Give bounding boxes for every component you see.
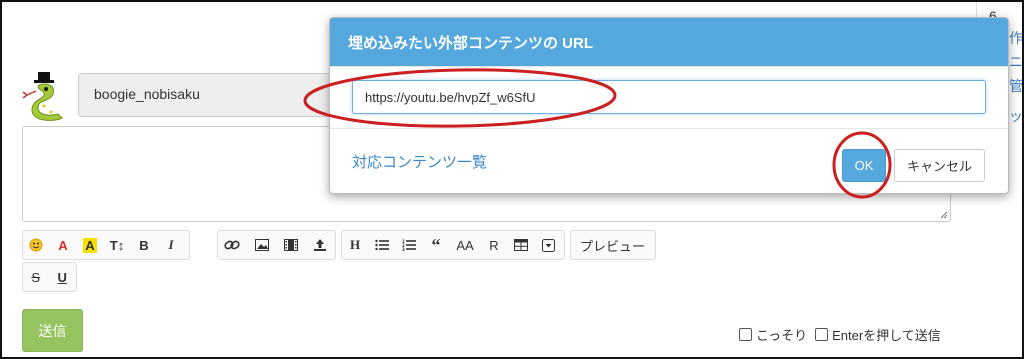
supported-content-link[interactable]: 対応コンテンツ一覧 xyxy=(352,151,487,172)
quote-icon: “ xyxy=(431,234,441,255)
italic-icon: I xyxy=(168,237,174,252)
sidebar-line[interactable]: ッ xyxy=(1009,106,1023,126)
url-input[interactable] xyxy=(352,80,986,114)
toolbar-format-group: A A T↕ B I xyxy=(22,230,190,260)
quote-button[interactable]: “ xyxy=(423,231,450,259)
bold-icon: B xyxy=(139,237,149,253)
table-button[interactable] xyxy=(508,231,535,259)
smiley-icon xyxy=(29,238,43,252)
aa-icon: AA xyxy=(456,237,474,253)
ruby-button[interactable]: R xyxy=(481,231,508,259)
italic-button[interactable]: I xyxy=(158,231,185,259)
strikethrough-button[interactable]: S xyxy=(23,263,50,291)
secret-checkbox[interactable] xyxy=(739,328,752,341)
bullet-list-button[interactable] xyxy=(369,231,396,259)
numbered-list-icon: 123 xyxy=(402,239,416,251)
heading-icon: H xyxy=(349,237,361,252)
video-button[interactable] xyxy=(277,231,306,259)
highlight-icon: A xyxy=(83,237,97,253)
toolbar-row2-group: S U xyxy=(22,262,77,292)
table-icon xyxy=(514,239,528,251)
dialog-title: 埋め込みたい外部コンテンツの URL xyxy=(330,18,1008,66)
secret-label: こっそり xyxy=(756,328,808,343)
post-options: こっそり Enterを押して送信 xyxy=(739,325,941,344)
preview-button-wrap: プレビュー xyxy=(570,230,657,260)
cancel-button[interactable]: キャンセル xyxy=(894,149,985,182)
underline-icon: U xyxy=(57,269,67,285)
font-size-button[interactable]: T↕ xyxy=(104,231,131,259)
send-button[interactable]: 送信 xyxy=(22,309,83,352)
upload-button[interactable] xyxy=(306,231,335,259)
enter-send-checkbox[interactable] xyxy=(815,328,829,341)
image-icon xyxy=(254,239,269,251)
avatar xyxy=(18,70,68,122)
dropdown-icon xyxy=(541,238,555,252)
dropdown-button[interactable] xyxy=(535,231,562,259)
film-icon xyxy=(283,239,298,251)
link-icon xyxy=(224,238,241,252)
font-color-button[interactable]: A xyxy=(50,231,77,259)
font-color-icon: A xyxy=(58,237,68,253)
ruby-icon: R xyxy=(489,237,499,253)
sidebar-line[interactable]: 作 xyxy=(1009,28,1023,48)
embed-url-dialog: 埋め込みたい外部コンテンツの URL 対応コンテンツ一覧 OK キャンセル xyxy=(329,17,1009,194)
divider xyxy=(330,128,1008,129)
emoji-button[interactable] xyxy=(23,231,50,259)
highlight-button[interactable]: A xyxy=(77,231,104,259)
link-button[interactable] xyxy=(218,231,248,259)
heading-button[interactable]: H xyxy=(342,231,369,259)
sidebar-line[interactable]: ニ xyxy=(1009,52,1023,72)
aa-button[interactable]: AA xyxy=(450,231,481,259)
divider xyxy=(330,66,1008,67)
toolbar-structure-group: H 123 “ AA R xyxy=(341,230,565,260)
font-size-icon: T↕ xyxy=(109,237,125,253)
enter-send-label: Enterを押して送信 xyxy=(832,328,941,343)
resize-handle-icon[interactable] xyxy=(939,210,948,219)
preview-button[interactable]: プレビュー xyxy=(571,231,655,259)
upload-icon xyxy=(313,238,327,252)
numbered-list-button[interactable]: 123 xyxy=(396,231,423,259)
svg-text:3: 3 xyxy=(402,247,405,251)
underline-button[interactable]: U xyxy=(50,263,77,291)
bold-button[interactable]: B xyxy=(131,231,158,259)
sidebar-line[interactable]: 管 xyxy=(1009,76,1023,96)
strikethrough-icon: S xyxy=(31,269,41,285)
bullet-list-icon xyxy=(375,239,389,251)
ok-button[interactable]: OK xyxy=(842,149,886,182)
toolbar-media-group xyxy=(217,230,336,260)
image-button[interactable] xyxy=(248,231,277,259)
